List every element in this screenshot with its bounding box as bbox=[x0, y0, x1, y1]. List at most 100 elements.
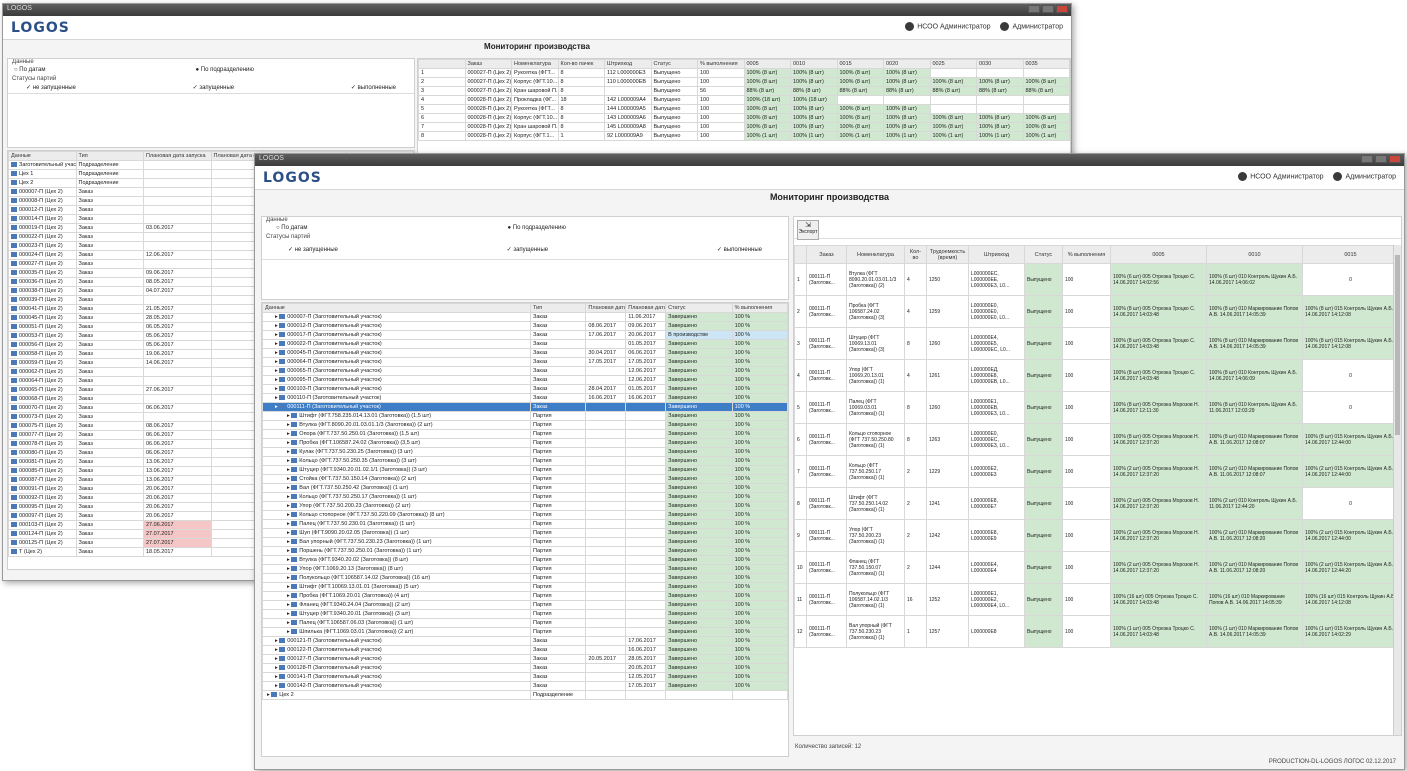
monitor-cell: 1244 bbox=[926, 551, 969, 584]
monitor-row[interactable]: 8 000028-П (Цех 2) Корпус (ФГТ.1... 1 92 L00… bbox=[418, 131, 1070, 141]
chk-started[interactable]: ✓ запущенные bbox=[193, 84, 235, 91]
tree-row[interactable]: ▸ Палец (ФГТ.737.50.230.01 (Заготовка)) … bbox=[262, 519, 788, 529]
back-titlebar[interactable]: LOGOS bbox=[3, 4, 1071, 16]
chk-done[interactable]: ✓ выполненные bbox=[717, 246, 762, 253]
tree-row[interactable]: ▸ 000022-П (Заготовительный участок) Зака… bbox=[262, 339, 788, 349]
tree-row[interactable]: ▸ Кольцо (ФГТ.737.50.250.35 (Заготовка))… bbox=[262, 456, 788, 466]
tree-row[interactable]: ▸ Кольцо (ФГТ.737.50.250.17 (Заготовка))… bbox=[262, 492, 788, 502]
tree-row[interactable]: ▸ 000007-П (Заготовительный участок) Зака… bbox=[262, 312, 788, 322]
tree-row[interactable]: ▸ 000121-П (Заготовительный участок) Зака… bbox=[262, 636, 788, 646]
monitor-row[interactable]: 11 000111-П (Заготовк... Полукольцо (ФГТ 1… bbox=[794, 583, 1393, 616]
tree-row[interactable]: ▸ Шпилька (ФГТ.1069.03.01 (Заготовка)) (… bbox=[262, 627, 788, 637]
tree-row[interactable]: ▸ Упор (ФГТ.1069.20.13 (Заготовка)) (8 ш… bbox=[262, 564, 788, 574]
maximize-button[interactable] bbox=[1042, 5, 1054, 13]
tree-cell: Заказ bbox=[75, 385, 144, 395]
tree-row[interactable]: ▸ Упор (ФГТ.737.50.200.23 (Заготовка)) (… bbox=[262, 501, 788, 511]
tree-row[interactable]: ▸ 000110-П (Заготовительный участок) Зака… bbox=[262, 393, 788, 403]
monitor-row[interactable]: 4 000028-П (Цех 2) Прокладка (ФГ... 18 142 L… bbox=[418, 95, 1070, 105]
front-titlebar[interactable]: LOGOS bbox=[255, 154, 1404, 166]
close-button[interactable] bbox=[1389, 155, 1401, 163]
export-button[interactable]: ⇲ Экспорт bbox=[797, 220, 819, 240]
tree-row[interactable]: ▸ Фланец (ФГТ.9340.24.04 (Заготовка)) (2… bbox=[262, 600, 788, 610]
tree-row[interactable]: ▸ 000017-П (Заготовительный участок) Зака… bbox=[262, 330, 788, 340]
tree-row[interactable]: ▸ Кулак (ФГТ.737.50.230.25 (Заготовка)) … bbox=[262, 447, 788, 457]
monitor-row[interactable]: 5 000028-П (Цех 2) Рукоятка (ФГТ... 8 144 L0… bbox=[418, 104, 1070, 114]
tree-row[interactable]: ▸ Штуцер (ФГТ.9340.20.01 (Заготовка)) (3… bbox=[262, 609, 788, 619]
monitor-row[interactable]: 1 000027-П (Цех 2) Рукоятка (ФГТ... 8 112 L0… bbox=[418, 68, 1070, 78]
radio-by-dept[interactable]: ● По подразделению bbox=[195, 65, 253, 76]
tree-row[interactable]: ▸ Вал (ФГТ.737.50.250.42 (Заготовка)) (1… bbox=[262, 483, 788, 493]
monitor-row[interactable]: 6 000111-П (Заготовк... Кольцо стопорное (… bbox=[794, 423, 1393, 456]
monitor-row[interactable]: 6 000028-П (Цех 2) Корпус (ФГТ.10... 8 143 L… bbox=[418, 113, 1070, 123]
tree-row[interactable]: ▸ Стойка (ФГТ.737.50.150.14 (Заготовка))… bbox=[262, 474, 788, 484]
tree-row[interactable]: ▸ Втулка (ФГТ.9340.20.02 (Заготовка)) (8… bbox=[262, 555, 788, 565]
monitor-row[interactable]: 2 000111-П (Заготовк... Пробка (ФГТ 106587… bbox=[794, 295, 1393, 328]
user-info[interactable]: НСОО Администратор bbox=[1238, 172, 1323, 181]
chk-not-started[interactable]: ✓ не запущенные bbox=[288, 246, 338, 253]
user-info[interactable]: НСОО Администратор bbox=[905, 22, 990, 31]
tree-row[interactable]: ▸ Полукольцо (ФГТ.106587.14.02 (Заготовк… bbox=[262, 573, 788, 583]
tree-row[interactable]: ▸ 000111-П (Заготовительный участок) Зака… bbox=[262, 402, 788, 412]
monitor-row[interactable]: 9 000111-П (Заготовк... Упор (ФГТ 737.50.2… bbox=[794, 519, 1393, 552]
monitor-row[interactable]: 3 000027-П (Цех 2) Кран шаровой П... 8 Выпущ… bbox=[418, 86, 1070, 96]
chk-done[interactable]: ✓ выполненные bbox=[351, 84, 396, 91]
monitor-row[interactable]: 7 000111-П (Заготовк... Кольцо (ФГТ 737.50… bbox=[794, 455, 1393, 488]
tree-row[interactable]: ▸ Штуцер (ФГТ.9340.20.01.02.1/1 (Заготов… bbox=[262, 465, 788, 475]
tree-row[interactable]: ▸ 000065-П (Заготовительный участок) Зака… bbox=[262, 366, 788, 376]
scroll-thumb[interactable] bbox=[1395, 255, 1400, 435]
monitor-row[interactable]: 4 000111-П (Заготовк... Упор (ФГТ 10069.20… bbox=[794, 359, 1393, 392]
monitor-cell: 5 bbox=[418, 104, 466, 114]
monitor-cell: 142 L000009А4 bbox=[604, 95, 652, 105]
tree-row[interactable]: ▸ Вал упорный (ФГТ.737.50.230.23 (Загото… bbox=[262, 537, 788, 547]
tree-row[interactable]: ▸ Штифт (ФГТ.758.235.014.13.01 (Заготовк… bbox=[262, 411, 788, 421]
radio-by-dept[interactable]: ● По подразделению bbox=[507, 223, 565, 234]
chk-not-started[interactable]: ✓ не запущенные bbox=[26, 84, 76, 91]
tree-row[interactable]: ▸ Пробка (ФГТ.1069.20.01 (Заготовка)) (4… bbox=[262, 591, 788, 601]
tree-row[interactable]: ▸ 000141-П (Заготовительный участок) Зака… bbox=[262, 672, 788, 682]
monitor-row[interactable]: 1 000111-П (Заготовк... Втулка (ФГТ 8090.2… bbox=[794, 263, 1393, 296]
user-info-2[interactable]: Администратор bbox=[1000, 22, 1063, 31]
tree-label: 000008-П (Цех 2) bbox=[19, 198, 63, 204]
monitor-row[interactable]: 7 000028-П (Цех 2) Кран шаровой П... 8 145 L… bbox=[418, 122, 1070, 132]
tree-row[interactable]: ▸ 000012-П (Заготовительный участок) Зака… bbox=[262, 321, 788, 331]
tree-row[interactable]: ▸ 000122-П (Заготовительный участок) Зака… bbox=[262, 645, 788, 655]
tree-row[interactable]: ▸ Поршень (ФГТ.737.50.250.01 (Заготовка)… bbox=[262, 546, 788, 556]
tree-row[interactable]: ▸ 000142-П (Заготовительный участок) Зака… bbox=[262, 681, 788, 691]
tree-row[interactable]: ▸ Пробка (ФГТ.106587.24.02 (Заготовка)) … bbox=[262, 438, 788, 448]
tree-row[interactable]: ▸ 000064-П (Заготовительный участок) Зака… bbox=[262, 357, 788, 367]
monitor-row[interactable]: 5 000111-П (Заготовк... Палец (ФГТ 10069.0… bbox=[794, 391, 1393, 424]
tree-row[interactable]: ▸ 000045-П (Заготовительный участок) Зака… bbox=[262, 348, 788, 358]
tree-row[interactable]: ▸ 000103-П (Заготовительный участок) Зака… bbox=[262, 384, 788, 394]
radio-by-dates[interactable]: ○ По датам bbox=[14, 65, 45, 76]
tree-cell: Завершено bbox=[665, 438, 733, 448]
front-appbar: LOGOS НСОО Администратор Администратор bbox=[255, 166, 1404, 190]
tree-row[interactable]: ▸ Опора (ФГТ.737.50.250.01 (Заготовка)) … bbox=[262, 429, 788, 439]
monitor-row[interactable]: 10 000111-П (Заготовк... Фланец (ФГТ 737.5… bbox=[794, 551, 1393, 584]
tree-cell: Партия bbox=[530, 474, 587, 484]
maximize-button[interactable] bbox=[1375, 155, 1387, 163]
chk-started[interactable]: ✓ запущенные bbox=[507, 246, 549, 253]
tree-row[interactable]: ▸ Штифт (ФГТ.10069.13.01.01 (Заготовка))… bbox=[262, 582, 788, 592]
monitor-row[interactable]: 8 000111-П (Заготовк... Штифт (ФГТ 737.50.… bbox=[794, 487, 1393, 520]
radio-by-dates[interactable]: ○ По датам bbox=[276, 223, 307, 234]
tree-row[interactable]: ▸ Кольцо стопорное (ФГТ.737.50.220.09 (З… bbox=[262, 510, 788, 520]
tree-row[interactable]: ▸ 000095-П (Заготовительный участок) Зака… bbox=[262, 375, 788, 385]
tree-row[interactable]: ▸ 000128-П (Заготовительный участок) Зака… bbox=[262, 663, 788, 673]
tree-cell: ▸ 000111-П (Заготовительный участок) bbox=[262, 402, 532, 412]
tree-row[interactable]: ▸ Палец (ФГТ.106587.06.03 (Заготовка)) (… bbox=[262, 618, 788, 628]
tree-cell: 100 % bbox=[731, 519, 788, 529]
tree-cell: 100 % bbox=[731, 366, 788, 376]
tree-row[interactable]: ▸ 000127-П (Заготовительный участок) Зака… bbox=[262, 654, 788, 664]
minimize-button[interactable] bbox=[1028, 5, 1040, 13]
monitor-row[interactable]: 12 000111-П (Заготовк... Вал упорный (ФГТ … bbox=[794, 615, 1393, 648]
monitor-row[interactable]: 3 000111-П (Заготовк... Штуцер (ФГТ 10069.… bbox=[794, 327, 1393, 360]
tree-cell: Завершено bbox=[665, 357, 733, 367]
user-info-2[interactable]: Администратор bbox=[1333, 172, 1396, 181]
minimize-button[interactable] bbox=[1361, 155, 1373, 163]
tree-row[interactable]: ▸ Цех 2 Подразделение bbox=[262, 690, 788, 700]
monitor-row[interactable]: 2 000027-П (Цех 2) Корпус (ФГТ.10... 8 110 L… bbox=[418, 77, 1070, 87]
close-button[interactable] bbox=[1056, 5, 1068, 13]
tree-row[interactable]: ▸ Втулка (ФГТ.8090.20.01.03.01.1/3 (Заго… bbox=[262, 420, 788, 430]
tree-row[interactable]: ▸ Шуп (ФГТ.9090.20.02.05 (Заготовка)) (1… bbox=[262, 528, 788, 538]
monitor-scrollbar[interactable] bbox=[1393, 245, 1401, 735]
